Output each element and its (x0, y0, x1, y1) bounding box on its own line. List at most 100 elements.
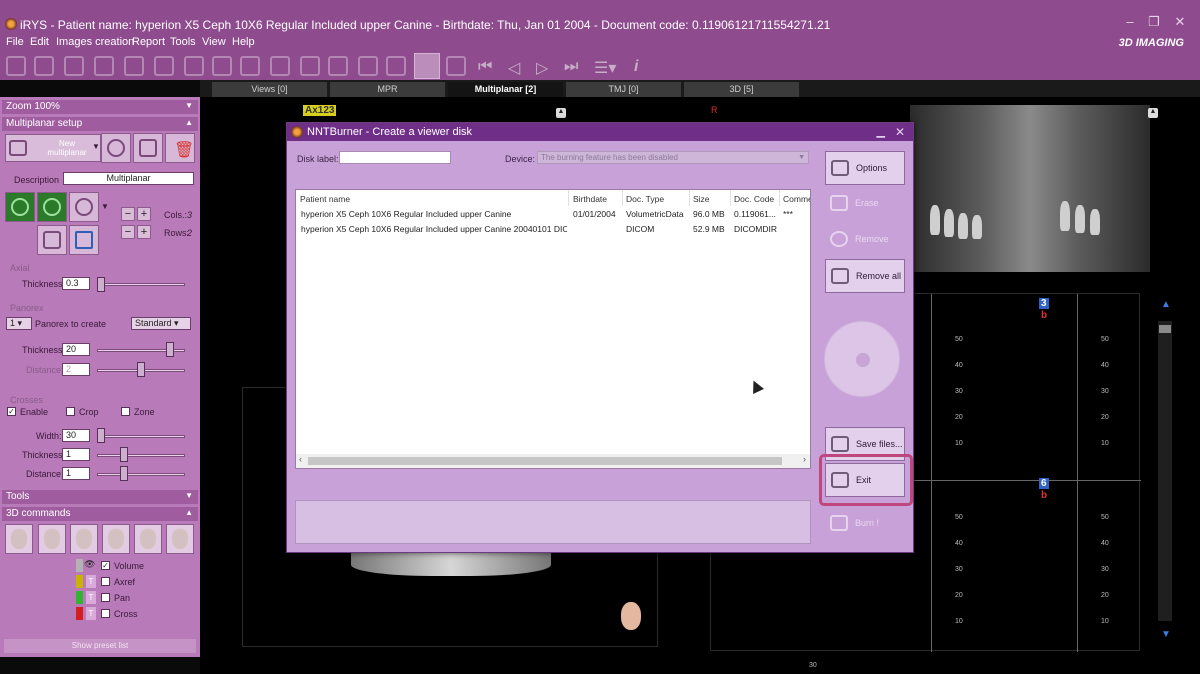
tab-3d[interactable]: 3D [5] (684, 82, 799, 97)
panorex-thickness-thumb[interactable] (166, 342, 174, 357)
description-field[interactable]: Multiplanar (63, 172, 194, 185)
axial-thickness-thumb[interactable] (97, 277, 105, 292)
pan-scroll-up-icon[interactable]: ▲ (1148, 108, 1158, 118)
view-right-button[interactable] (70, 524, 98, 554)
tooth-view-button[interactable] (37, 225, 67, 255)
angle-icon[interactable] (358, 56, 378, 76)
cross-thickness-thumb[interactable] (120, 447, 128, 462)
rows-minus-button[interactable]: − (121, 225, 135, 239)
menu-report[interactable]: Report (132, 36, 165, 48)
layer-axref-checkbox[interactable] (101, 577, 110, 586)
menu-file[interactable]: File (6, 36, 24, 48)
menu-images-creation[interactable]: Images creation (56, 36, 134, 48)
camera-icon[interactable] (94, 56, 114, 76)
draw-icon[interactable] (300, 56, 320, 76)
scroll-up-icon[interactable]: ▲ (1161, 299, 1173, 311)
scrollbar-thumb[interactable] (308, 457, 782, 465)
menu-view[interactable]: View (202, 36, 226, 48)
panorex-thickness-field[interactable]: 20 (62, 343, 90, 356)
panorex-distance-thumb[interactable] (137, 362, 145, 377)
vertical-scrollbar[interactable] (1158, 321, 1172, 621)
layers-icon[interactable] (446, 56, 466, 76)
panoramic-image[interactable] (910, 105, 1150, 272)
cross-thickness-slider[interactable] (97, 454, 185, 457)
cross-width-field[interactable]: 30 (62, 429, 90, 442)
disk-label-input[interactable] (339, 151, 451, 164)
cross-width-slider[interactable] (97, 435, 185, 438)
arch-view-button[interactable] (5, 192, 35, 222)
tools-header[interactable]: Tools ▼ (2, 490, 198, 504)
arch-outline-button[interactable] (69, 192, 99, 222)
cols-minus-button[interactable]: − (121, 207, 135, 221)
tab-multiplanar[interactable]: Multiplanar [2] (448, 82, 563, 97)
scroll-right-icon[interactable]: › (803, 454, 806, 464)
menu-help[interactable]: Help (232, 36, 255, 48)
show-preset-list-button[interactable]: Show preset list (4, 639, 196, 653)
new-multiplanar-button[interactable]: New multiplanar (5, 134, 101, 162)
row1-patient-name[interactable]: hyperion X5 Ceph 10X6 Regular Included u… (301, 209, 567, 219)
arch-view-2-button[interactable] (37, 192, 67, 222)
device-select[interactable]: The burning feature has been disabled ▼ (537, 151, 809, 164)
previous-icon[interactable]: ◁ (508, 58, 520, 78)
delete-image-icon[interactable] (124, 56, 144, 76)
tab-tmj[interactable]: TMJ [0] (566, 82, 681, 97)
close-icon[interactable]: ✕ (1170, 14, 1190, 30)
menu-edit[interactable]: Edit (30, 36, 49, 48)
column-doc-code[interactable]: Doc. Code (734, 194, 774, 204)
last-frame-icon[interactable]: ⏭ (564, 58, 578, 76)
list-icon[interactable]: ☰▾ (594, 58, 616, 78)
remove-button[interactable]: Remove (825, 223, 905, 257)
minimize-icon[interactable]: – (1120, 14, 1140, 30)
menu-tools[interactable]: Tools (170, 36, 196, 48)
measure-icon[interactable] (328, 56, 348, 76)
view-back-button[interactable] (102, 524, 130, 554)
burn-button[interactable]: Burn ! (825, 507, 905, 541)
view-front-button[interactable] (5, 524, 33, 554)
axial-thickness-slider[interactable] (97, 283, 185, 286)
column-size[interactable]: Size (693, 194, 710, 204)
scroll-down-icon[interactable]: ▼ (1161, 629, 1173, 641)
tab-mpr[interactable]: MPR (330, 82, 445, 97)
settings-button[interactable] (101, 133, 131, 163)
orientation-head-icon[interactable] (621, 602, 641, 630)
column-comment[interactable]: Comme (783, 194, 810, 204)
save-all-icon[interactable] (34, 56, 54, 76)
delete-button[interactable]: 🗑 (165, 133, 195, 163)
eye-icon[interactable]: 👁 (84, 559, 95, 570)
scroll-left-icon[interactable]: ‹ (299, 454, 302, 464)
panorex-distance-field[interactable]: 2 (62, 363, 90, 376)
layer-cross-t[interactable]: T (86, 607, 96, 620)
layer-cross-checkbox[interactable] (101, 609, 110, 618)
brightness-icon[interactable] (240, 56, 260, 76)
cols-plus-button[interactable]: + (137, 207, 151, 221)
cross-distance-field[interactable]: 1 (62, 467, 90, 480)
axial-thickness-field[interactable]: 0.3 (62, 277, 90, 290)
first-frame-icon[interactable]: ⏮ (478, 58, 492, 76)
print-preview-icon[interactable] (212, 56, 232, 76)
dialog-minimize-icon[interactable]: ▁ (877, 123, 885, 141)
enable-checkbox[interactable]: ✓ (7, 407, 16, 416)
list-horizontal-scrollbar[interactable]: ‹ › (296, 454, 810, 468)
row2-patient-name[interactable]: hyperion X5 Ceph 10X6 Regular Included u… (301, 224, 567, 234)
panorex-type-select[interactable]: Standard ▾ (131, 317, 191, 330)
cross-width-thumb[interactable] (97, 428, 105, 443)
column-patient-name[interactable]: Patient name (300, 194, 350, 204)
3d-commands-header[interactable]: 3D commands ▲ (2, 507, 198, 521)
axial-scroll-up-icon[interactable]: ▲ (556, 108, 566, 118)
chevron-down-icon[interactable]: ▼ (92, 142, 100, 151)
panorex-count-select[interactable]: 1 ▾ (6, 317, 32, 330)
save-icon[interactable] (6, 56, 26, 76)
cross-distance-slider[interactable] (97, 473, 185, 476)
view-top-button[interactable] (134, 524, 162, 554)
dialog-close-icon[interactable]: ✕ (895, 123, 905, 141)
eye-icon[interactable] (270, 56, 290, 76)
export-icon[interactable] (64, 56, 84, 76)
document-icon[interactable] (154, 56, 174, 76)
cross-thickness-field[interactable]: 1 (62, 448, 90, 461)
rows-plus-button[interactable]: + (137, 225, 151, 239)
print-icon[interactable] (184, 56, 204, 76)
nerve-tool-icon[interactable] (414, 53, 440, 79)
column-doc-type[interactable]: Doc. Type (626, 194, 664, 204)
multiplanar-setup-header[interactable]: Multiplanar setup ▲ (2, 117, 198, 131)
layer-pan-t[interactable]: T (86, 591, 96, 604)
